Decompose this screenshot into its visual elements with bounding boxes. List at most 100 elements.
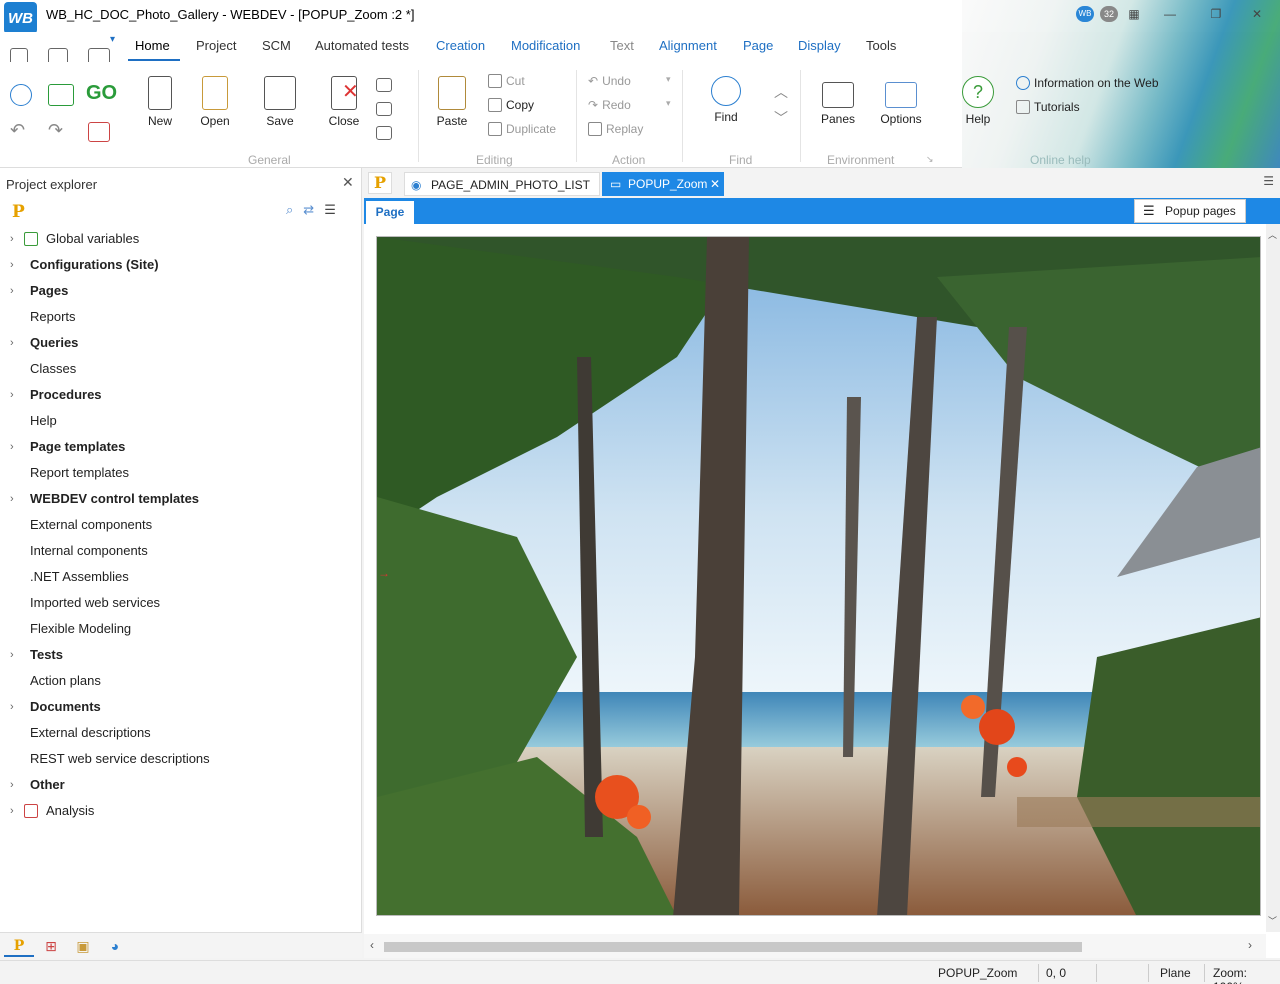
chevron-right-icon[interactable]: › <box>10 434 14 460</box>
tab-scm[interactable]: SCM <box>262 38 291 53</box>
save-button[interactable]: Save <box>258 76 302 128</box>
tree-item[interactable]: › Documents <box>0 694 360 720</box>
tree-item[interactable]: Reports <box>0 304 360 330</box>
chevron-right-icon[interactable]: › <box>10 486 14 512</box>
tree-item[interactable]: External descriptions <box>0 720 360 746</box>
search-icon[interactable]: ⌕ <box>286 202 293 218</box>
grid-icon[interactable]: ▦ <box>1124 6 1144 22</box>
close-window-button[interactable]: ✕ <box>1242 6 1272 22</box>
tutorials-link[interactable]: Tutorials <box>1016 100 1080 114</box>
page-editor-canvas[interactable]: → ︿ ﹀ ‹ › <box>364 224 1280 958</box>
tree-item[interactable]: .NET Assemblies <box>0 564 360 590</box>
chevron-down-icon[interactable]: ﹀ <box>774 108 788 128</box>
hierarchy-icon[interactable] <box>88 122 110 142</box>
dialog-launcher-icon[interactable]: ↘ <box>926 154 934 165</box>
tab-modification[interactable]: Modification <box>511 38 580 53</box>
tree-item[interactable]: Imported web services <box>0 590 360 616</box>
tab-alignment[interactable]: Alignment <box>659 38 717 53</box>
close-panel-icon[interactable]: ✕ <box>342 174 354 191</box>
replay-button[interactable]: Replay <box>588 122 643 136</box>
export-icon[interactable] <box>376 102 392 116</box>
chevron-right-icon[interactable]: › <box>10 382 14 408</box>
redo-button[interactable]: ↷ Redo <box>588 98 631 112</box>
go-icon[interactable]: GO <box>86 82 117 105</box>
new-button[interactable]: New <box>140 76 180 128</box>
go-site-icon[interactable] <box>48 84 74 106</box>
forward-icon[interactable]: ↷ <box>48 120 63 141</box>
chevron-right-icon[interactable]: › <box>10 330 14 356</box>
help-button[interactable]: ? Help <box>958 76 998 126</box>
tree-item[interactable]: › Pages <box>0 278 360 304</box>
duplicate-button[interactable]: Duplicate <box>488 122 556 136</box>
chevron-right-icon[interactable]: › <box>10 642 14 668</box>
scroll-right-icon[interactable]: › <box>1248 938 1252 952</box>
webdev-badge-icon[interactable]: WB <box>1076 6 1094 22</box>
project-tab-icon[interactable]: P <box>4 935 34 957</box>
back-icon[interactable]: ↶ <box>10 120 25 141</box>
tree-item[interactable]: › Procedures <box>0 382 360 408</box>
tabs-menu-icon[interactable]: ☰ <box>1263 174 1274 188</box>
tab-popup-zoom[interactable]: ▭ POPUP_Zoom ✕ <box>602 172 724 196</box>
undo-dropdown-icon[interactable]: ▾ <box>666 74 671 85</box>
open-button[interactable]: Open <box>195 76 235 128</box>
undo-button[interactable]: ↶ Undo <box>588 74 631 88</box>
tree-item[interactable]: REST web service descriptions <box>0 746 360 772</box>
chevron-right-icon[interactable]: › <box>10 278 14 304</box>
tab-project[interactable]: Project <box>196 38 236 53</box>
project-icon[interactable]: P <box>368 172 392 194</box>
redo-dropdown-icon[interactable]: ▾ <box>666 98 671 109</box>
tree-item[interactable]: › Page templates <box>0 434 360 460</box>
close-button[interactable]: ✕ Close <box>324 76 364 128</box>
scroll-down-icon[interactable]: ﹀ <box>1268 914 1277 927</box>
tab-creation[interactable]: Creation <box>436 38 485 53</box>
chevron-right-icon[interactable]: › <box>10 772 14 798</box>
analysis-tab-icon[interactable]: ⊞ <box>36 935 66 957</box>
print-icon[interactable] <box>376 126 392 140</box>
project-logo-icon[interactable]: P <box>12 202 25 222</box>
cut-button[interactable]: Cut <box>488 74 525 88</box>
tree-item[interactable]: Report templates <box>0 460 360 486</box>
version-badge[interactable]: 32 <box>1100 6 1118 22</box>
tree-item[interactable]: Action plans <box>0 668 360 694</box>
page-tab[interactable]: Page <box>366 201 414 224</box>
tree-item[interactable]: External components <box>0 512 360 538</box>
tab-page[interactable]: Page <box>743 38 773 53</box>
tab-text[interactable]: Text <box>610 38 634 53</box>
find-button[interactable]: Find <box>706 76 746 124</box>
popup-pages-button[interactable]: ☰ Popup pages <box>1134 199 1246 223</box>
tree-item[interactable]: › Tests <box>0 642 360 668</box>
status-plane[interactable]: Plane <box>1160 966 1191 980</box>
scroll-up-icon[interactable]: ︿ <box>1268 228 1277 241</box>
components-tab-icon[interactable]: ◕ <box>100 935 130 957</box>
horizontal-scrollbar[interactable]: ‹ › <box>364 934 1266 958</box>
tree-item[interactable]: › Configurations (Site) <box>0 252 360 278</box>
copy-button[interactable]: Copy <box>488 98 534 112</box>
chevron-right-icon[interactable]: › <box>10 226 14 252</box>
tree-item[interactable]: › Other <box>0 772 360 798</box>
vertical-scrollbar[interactable]: ︿ ﹀ <box>1266 224 1280 932</box>
tree-item[interactable]: › WEBDEV control templates <box>0 486 360 512</box>
tab-page-admin-photo-list[interactable]: ◉ PAGE_ADMIN_PHOTO_LIST <box>404 172 600 196</box>
tree-item[interactable]: Classes <box>0 356 360 382</box>
tree-item[interactable]: Help <box>0 408 360 434</box>
minimize-button[interactable]: — <box>1150 6 1190 22</box>
webdev-logo-icon[interactable]: WB <box>4 2 37 34</box>
menu-icon[interactable]: ☰ <box>324 202 336 218</box>
tab-automated-tests[interactable]: Automated tests <box>315 38 409 53</box>
beach-palm-photo[interactable] <box>376 236 1261 916</box>
tab-display[interactable]: Display <box>798 38 841 53</box>
maximize-button[interactable]: ❐ <box>1196 6 1236 22</box>
information-on-web-link[interactable]: Information on the Web <box>1016 76 1159 90</box>
tab-tools[interactable]: Tools <box>866 38 896 53</box>
status-zoom[interactable]: Zoom: 100% <box>1213 966 1280 984</box>
chevron-right-icon[interactable]: › <box>10 694 14 720</box>
paste-button[interactable]: Paste <box>432 76 472 128</box>
tree-item[interactable]: Internal components <box>0 538 360 564</box>
sync-icon[interactable]: ⇄ <box>303 202 314 218</box>
options-button[interactable]: Options <box>878 76 924 126</box>
share-icon[interactable] <box>376 78 392 92</box>
chevron-up-icon[interactable]: ︿ <box>774 82 788 102</box>
globe-icon[interactable] <box>10 84 32 106</box>
scroll-left-icon[interactable]: ‹ <box>370 938 374 952</box>
chevron-right-icon[interactable]: › <box>10 798 14 824</box>
